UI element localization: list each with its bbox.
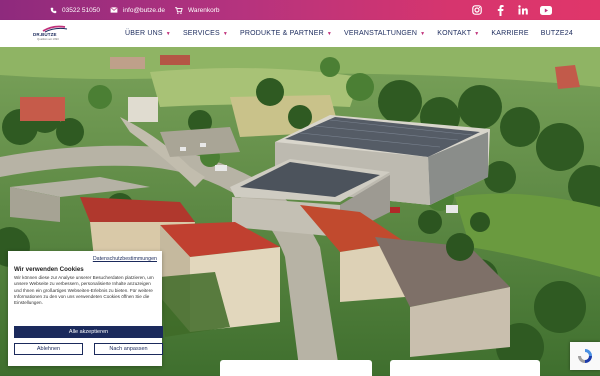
phone-link[interactable]: 03522 51050 [50, 7, 100, 14]
nav-item-ueber-uns[interactable]: ÜBER UNS ▼ [125, 30, 171, 37]
nav-item-veranstaltungen[interactable]: VERANSTALTUNGEN ▼ [344, 30, 425, 37]
nav-item-services[interactable]: SERVICES ▼ [183, 30, 228, 37]
facebook-icon[interactable] [494, 4, 506, 16]
mail-icon [110, 7, 118, 13]
cookie-title: Wir verwenden Cookies [14, 266, 84, 273]
email-address: info@butze.de [122, 6, 165, 14]
phone-icon [50, 7, 57, 13]
logo[interactable]: DR.BUTZE Qualität seit 1990 [33, 25, 73, 43]
chevron-down-icon: ▼ [165, 30, 171, 37]
cart-link[interactable]: Warenkorb [175, 7, 220, 14]
accept-all-button[interactable]: Alle akzeptieren [14, 326, 163, 338]
chevron-down-icon: ▼ [420, 30, 426, 37]
email-link[interactable]: info@butze.de [110, 7, 165, 14]
feature-card[interactable] [390, 360, 540, 376]
nav-item-karriere[interactable]: KARRIERE [491, 30, 528, 37]
recaptcha-icon [578, 349, 592, 363]
privacy-policy-link[interactable]: Datenschutzbestimmungen [93, 256, 157, 262]
cart-icon [175, 6, 183, 14]
nav-label: ÜBER UNS [125, 30, 163, 37]
nav-label: KARRIERE [491, 30, 529, 37]
linkedin-icon[interactable] [517, 4, 529, 16]
chevron-down-icon: ▼ [326, 30, 332, 37]
main-navbar: DR.BUTZE Qualität seit 1990 ÜBER UNS ▼ SE… [0, 20, 600, 47]
top-contact-bar: 03522 51050 info@butze.de Warenkorb [0, 0, 600, 20]
phone-number: 03522 51050 [62, 6, 100, 14]
nav-item-produkte-partner[interactable]: PRODUKTE & PARTNER ▼ [240, 30, 332, 37]
chevron-down-icon: ▼ [222, 30, 228, 37]
feature-card[interactable] [220, 360, 372, 376]
reject-button[interactable]: Ablehnen [14, 343, 83, 355]
nav-label: SERVICES [182, 30, 220, 37]
logo-tagline: Qualität seit 1990 [37, 37, 59, 41]
instagram-icon[interactable] [471, 4, 483, 16]
nav-label: PRODUKTE & PARTNER [239, 30, 324, 37]
recaptcha-badge[interactable] [570, 342, 600, 370]
customize-button[interactable]: Nach anpassen [94, 343, 163, 355]
youtube-icon[interactable] [540, 4, 552, 16]
cart-label: Warenkorb [187, 6, 220, 14]
chevron-down-icon: ▼ [474, 30, 480, 37]
social-links [471, 4, 552, 16]
nav-label: BUTZE24 [540, 30, 573, 37]
cookie-text: Wir können diese zur Analyse unserer Bes… [14, 275, 154, 306]
nav-item-butze24[interactable]: BUTZE24 [541, 30, 573, 37]
nav-item-kontakt[interactable]: KONTAKT ▼ [437, 30, 479, 37]
main-menu: ÜBER UNS ▼ SERVICES ▼ PRODUKTE & PARTNER ▼ … [125, 20, 585, 47]
cookie-banner: Datenschutzbestimmungen Wir verwenden Co… [8, 251, 163, 366]
nav-label: VERANSTALTUNGEN [343, 30, 418, 37]
nav-label: KONTAKT [437, 30, 472, 37]
